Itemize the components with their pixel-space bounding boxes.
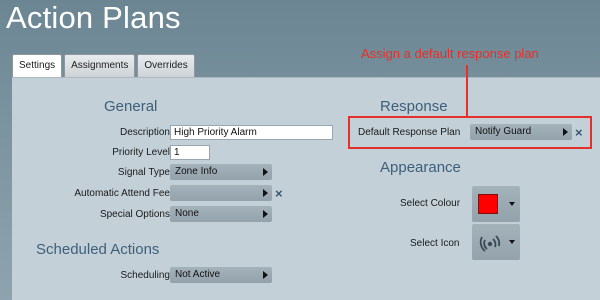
description-label: Description [119,127,170,138]
caret-down-icon [509,240,515,244]
callout-highlight-box [348,116,592,149]
tab-overrides[interactable]: Overrides [137,54,195,77]
callout-connector [466,65,468,116]
priority-level-label: Priority Level [112,147,170,158]
signal-waves-icon [479,235,501,252]
description-input[interactable] [170,125,333,140]
attend-fee-label: Automatic Attend Fee [74,188,170,199]
scheduling-label: Scheduling [120,270,170,281]
icon-picker[interactable] [472,224,520,260]
attend-fee-dropdown[interactable] [170,185,272,201]
scheduling-dropdown[interactable]: Not Active [170,267,272,283]
signal-type-dropdown[interactable]: Zone Info [170,164,272,180]
general-section-title: General [104,98,158,115]
triangle-right-icon [263,168,268,176]
response-section-title: Response [380,98,448,115]
clear-attend-fee-icon[interactable]: × [275,187,283,200]
callout-text: Assign a default response plan [361,46,539,61]
scheduled-actions-title: Scheduled Actions [36,241,160,258]
tab-settings[interactable]: Settings [12,54,63,77]
special-options-value: None [175,208,199,219]
tab-assignments[interactable]: Assignments [64,54,136,77]
scheduling-value: Not Active [175,269,221,280]
signal-type-value: Zone Info [175,166,218,177]
special-options-label: Special Options [99,209,170,220]
priority-level-input[interactable] [170,145,210,160]
signal-type-label: Signal Type [117,167,170,178]
colour-picker[interactable] [472,186,520,222]
select-colour-label: Select Colour [400,198,461,209]
tab-bar: Settings Assignments Overrides [12,54,195,77]
triangle-right-icon [263,271,268,279]
caret-down-icon [509,202,515,206]
settings-panel: General Description Priority Level Signa… [12,77,600,300]
colour-swatch [478,194,498,214]
select-icon-label: Select Icon [410,238,460,249]
triangle-right-icon [263,189,268,197]
triangle-right-icon [263,210,268,218]
appearance-section-title: Appearance [380,159,461,176]
special-options-dropdown[interactable]: None [170,206,272,222]
page-title: Action Plans [6,0,181,35]
